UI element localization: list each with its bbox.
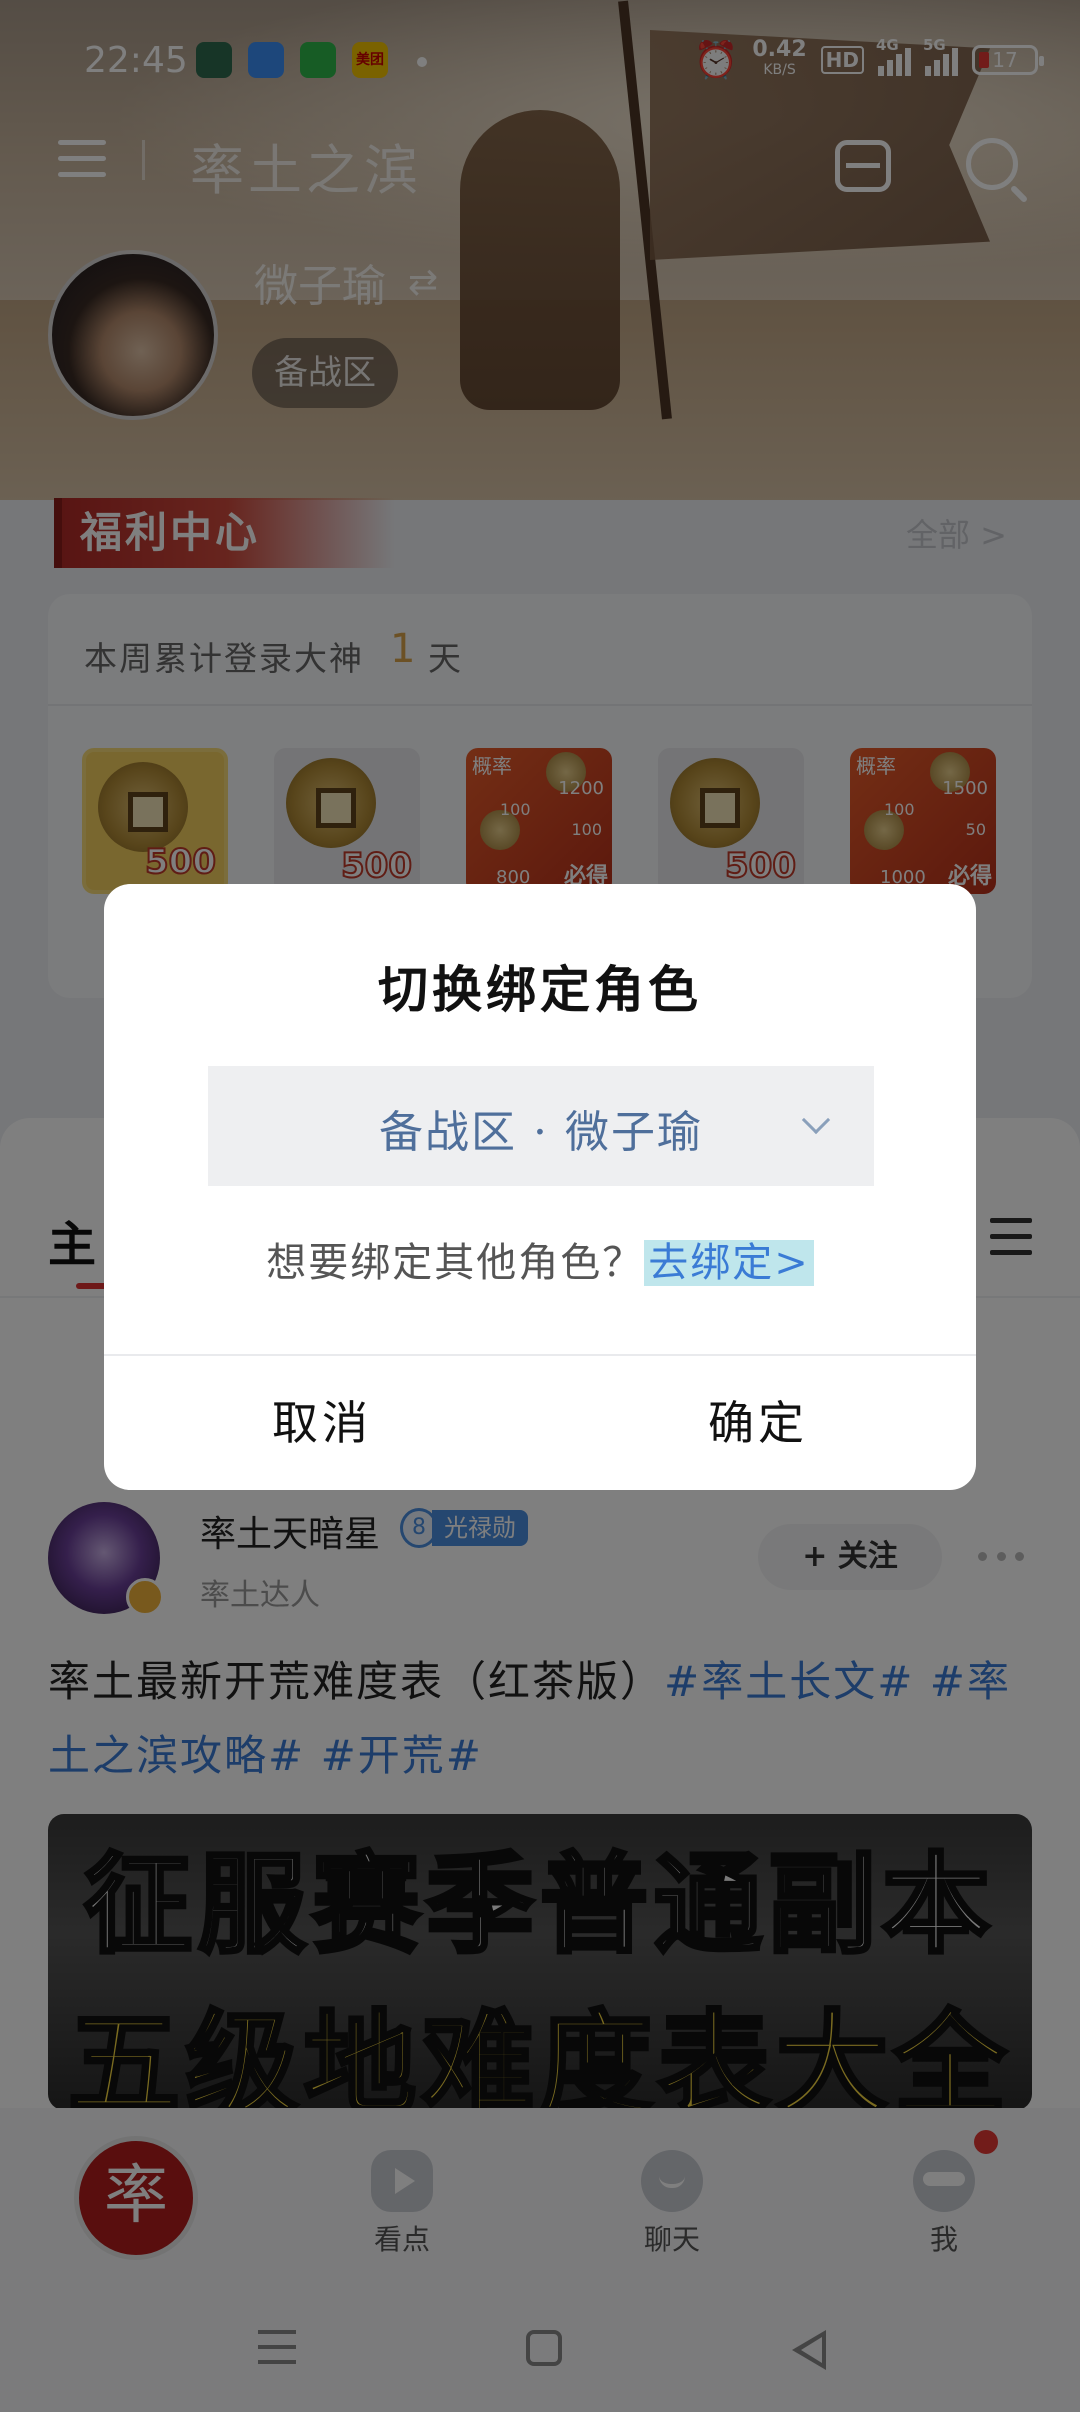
dialog-title: 切换绑定角色 xyxy=(378,960,702,1019)
role-select-value: 备战区 · 微子瑜 xyxy=(379,1107,703,1158)
confirm-button[interactable]: 确定 xyxy=(540,1356,976,1490)
switch-role-dialog: 切换绑定角色 备战区 · 微子瑜 想要绑定其他角色？ 去绑定> 取消 确定 xyxy=(104,884,976,1490)
bind-link[interactable]: 去绑定> xyxy=(644,1240,814,1286)
role-select[interactable]: 备战区 · 微子瑜 xyxy=(208,1066,874,1186)
bind-hint: 想要绑定其他角色？ 去绑定> xyxy=(104,1230,976,1288)
cancel-button[interactable]: 取消 xyxy=(104,1356,540,1490)
